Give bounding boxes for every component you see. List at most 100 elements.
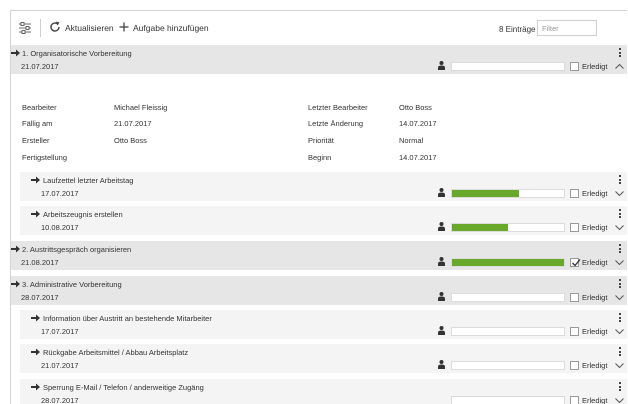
done-label: Erledigt (582, 293, 608, 302)
task-title[interactable]: Arbeitszeugnis erstellen (43, 210, 123, 219)
task-row[interactable]: 2. Austrittsgespräch organisieren 21.08.… (11, 241, 627, 270)
more-vertical-icon[interactable] (619, 279, 622, 289)
arrow-right-icon (11, 245, 20, 253)
person-icon (438, 257, 445, 266)
detail-value: Otto Boss (114, 136, 147, 145)
done-label: Erledigt (582, 62, 608, 71)
entry-count: 8 Einträge (499, 25, 536, 34)
add-task-label: Aufgabe hinzufügen (133, 23, 209, 33)
task-date: 28.07.2017 (21, 293, 59, 302)
person-icon (438, 292, 445, 301)
task-title[interactable]: Rückgabe Arbeitsmittel / Abbau Arbeitspl… (43, 348, 188, 357)
progress-bar (451, 361, 565, 370)
task-title[interactable]: 1. Organisatorische Vorbereitung (22, 49, 132, 58)
detail-value: Normal (399, 136, 424, 145)
task-title[interactable]: 3. Administrative Vorbereitung (22, 280, 122, 289)
subtask-row[interactable]: Rückgabe Arbeitsmittel / Abbau Arbeitspl… (11, 344, 627, 373)
done-label: Erledigt (582, 189, 608, 198)
task-list-panel: Aktualisieren Aufgabe hinzufügen 8 Eintr… (10, 10, 627, 404)
chevron-down-icon[interactable] (615, 327, 624, 336)
task-date: 10.08.2017 (41, 223, 79, 232)
arrow-right-icon (11, 49, 20, 57)
arrow-right-icon (31, 176, 40, 184)
subtask-row[interactable]: Sperrung E-Mail / Telefon / anderweitige… (11, 379, 627, 404)
progress-bar (451, 258, 565, 267)
progress-bar (451, 293, 565, 302)
settings-sliders-icon[interactable] (19, 22, 31, 34)
more-vertical-icon[interactable] (619, 313, 622, 323)
more-vertical-icon[interactable] (619, 48, 622, 58)
detail-label: Fertigstellung (22, 153, 68, 162)
arrow-right-icon (11, 280, 20, 288)
progress-fill (452, 259, 564, 266)
more-vertical-icon[interactable] (619, 175, 622, 185)
chevron-down-icon[interactable] (615, 223, 624, 232)
task-date: 21.08.2017 (21, 258, 59, 267)
detail-value: 21.07.2017 (114, 119, 152, 128)
task-date: 21.07.2017 (21, 62, 59, 71)
chevron-down-icon[interactable] (615, 293, 624, 302)
done-checkbox[interactable] (570, 327, 579, 336)
add-task-button[interactable]: Aufgabe hinzufügen (119, 21, 209, 35)
task-title[interactable]: Laufzettel letzter Arbeitstag (43, 176, 133, 185)
check-icon (572, 259, 581, 267)
person-icon (438, 360, 445, 369)
done-checkbox[interactable] (570, 293, 579, 302)
task-date: 17.07.2017 (41, 189, 79, 198)
chevron-down-icon[interactable] (615, 396, 624, 404)
person-icon (438, 61, 445, 70)
done-checkbox[interactable] (570, 258, 581, 267)
done-checkbox[interactable] (570, 361, 579, 370)
task-date: 17.07.2017 (41, 327, 79, 336)
progress-fill (452, 190, 520, 197)
filter-input[interactable] (537, 20, 597, 36)
done-checkbox[interactable] (570, 223, 579, 232)
toolbar: Aktualisieren Aufgabe hinzufügen 8 Eintr… (11, 11, 627, 45)
detail-label: Priorität (308, 136, 334, 145)
progress-bar (451, 396, 565, 404)
progress-fill (452, 224, 508, 231)
task-title[interactable]: Sperrung E-Mail / Telefon / anderweitige… (43, 383, 204, 392)
chevron-down-icon[interactable] (615, 189, 624, 198)
task-title[interactable]: Information über Austritt an bestehende … (43, 314, 212, 323)
person-icon (438, 326, 445, 335)
chevron-down-icon[interactable] (615, 258, 624, 267)
detail-value: 14.07.2017 (399, 153, 437, 162)
refresh-button[interactable]: Aktualisieren (49, 21, 114, 35)
detail-value: 14.07.2017 (399, 119, 437, 128)
detail-label: Letzter Bearbeiter (308, 103, 368, 112)
task-title[interactable]: 2. Austrittsgespräch organisieren (22, 245, 131, 254)
progress-bar (451, 189, 565, 198)
subtask-row[interactable]: Laufzettel letzter Arbeitstag 17.07.2017… (11, 172, 627, 201)
arrow-right-icon (31, 314, 40, 322)
task-date: 21.07.2017 (41, 361, 79, 370)
task-details-panel: Bearbeiter Michael Fleissig Fällig am 21… (11, 84, 627, 180)
more-vertical-icon[interactable] (619, 347, 622, 357)
subtask-row[interactable]: Information über Austritt an bestehende … (11, 310, 627, 339)
task-row[interactable]: 1. Organisatorische Vorbereitung 21.07.2… (11, 45, 627, 74)
progress-bar (451, 223, 565, 232)
detail-label: Fällig am (22, 119, 53, 128)
done-label: Erledigt (582, 327, 608, 336)
done-label: Erledigt (582, 396, 608, 404)
more-vertical-icon[interactable] (619, 209, 622, 219)
task-date: 28.07.2017 (41, 396, 79, 404)
chevron-up-icon[interactable] (615, 62, 624, 71)
more-vertical-icon[interactable] (619, 244, 622, 254)
detail-value: Michael Fleissig (114, 103, 168, 112)
refresh-icon (49, 21, 61, 35)
done-checkbox[interactable] (570, 396, 579, 404)
plus-icon (119, 22, 129, 34)
refresh-label: Aktualisieren (65, 23, 114, 33)
detail-label: Bearbeiter (22, 103, 57, 112)
more-vertical-icon[interactable] (619, 382, 622, 392)
done-checkbox[interactable] (570, 189, 579, 198)
done-label: Erledigt (582, 361, 608, 370)
detail-label: Beginn (308, 153, 332, 162)
chevron-down-icon[interactable] (615, 361, 624, 370)
done-checkbox[interactable] (570, 62, 579, 71)
done-label: Erledigt (582, 223, 608, 232)
person-icon (438, 188, 445, 197)
task-row[interactable]: 3. Administrative Vorbereitung 28.07.201… (11, 276, 627, 305)
subtask-row[interactable]: Arbeitszeugnis erstellen 10.08.2017 Erle… (11, 206, 627, 235)
